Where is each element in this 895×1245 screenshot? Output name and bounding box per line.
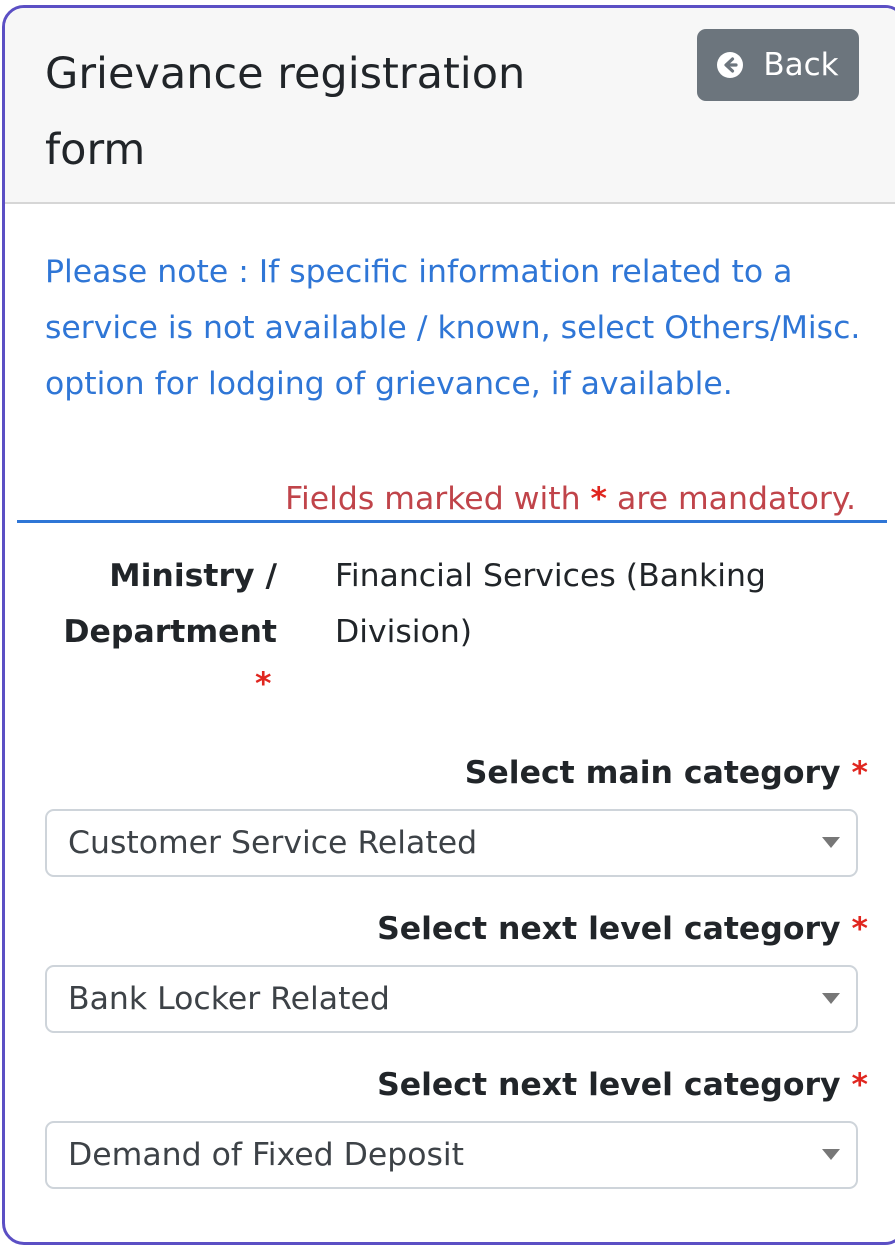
grievance-form-card: Grievance registration form Back Please … — [2, 5, 895, 1245]
sub-category-select[interactable]: Demand of Fixed Deposit — [45, 1121, 858, 1189]
required-star: * — [590, 481, 608, 517]
required-star: * — [851, 911, 868, 947]
mandatory-notice-prefix: Fields marked with — [285, 481, 591, 517]
mandatory-notice-suffix: are mandatory. — [607, 481, 856, 517]
main-category-label: Select main category * — [465, 745, 868, 801]
main-category-select[interactable]: Customer Service Related — [45, 809, 858, 877]
mandatory-notice: Fields marked with * are mandatory. — [285, 471, 856, 527]
sub-category-selected-value: Demand of Fixed Deposit — [68, 1137, 465, 1173]
next-level-category-label: Select next level category * — [377, 901, 868, 957]
required-star: * — [851, 1067, 868, 1103]
page-title: Grievance registration form — [45, 49, 526, 175]
next-level-category-selected-value: Bank Locker Related — [68, 981, 390, 1017]
ministry-label: Ministry / Department — [63, 558, 277, 650]
caret-down-icon — [822, 993, 840, 1004]
sub-category-label: Select next level category * — [377, 1057, 868, 1113]
ministry-value: Financial Services (Banking Division) — [335, 558, 766, 650]
ministry-required-star: * — [255, 666, 272, 702]
back-button[interactable]: Back — [697, 29, 859, 101]
main-category-selected-value: Customer Service Related — [68, 825, 478, 861]
main-category-label-text: Select main category — [464, 755, 841, 791]
arrow-circle-left-icon — [717, 52, 744, 78]
info-note: Please note : If specific information re… — [45, 254, 861, 402]
required-star: * — [851, 755, 868, 791]
caret-down-icon — [822, 1149, 840, 1160]
back-button-label: Back — [763, 47, 839, 83]
next-level-category-label-text: Select next level category — [377, 911, 841, 947]
caret-down-icon — [822, 837, 840, 848]
card-header: Grievance registration form Back — [5, 8, 895, 204]
section-divider — [17, 520, 887, 523]
next-level-category-select[interactable]: Bank Locker Related — [45, 965, 858, 1033]
sub-category-label-text: Select next level category — [377, 1067, 841, 1103]
